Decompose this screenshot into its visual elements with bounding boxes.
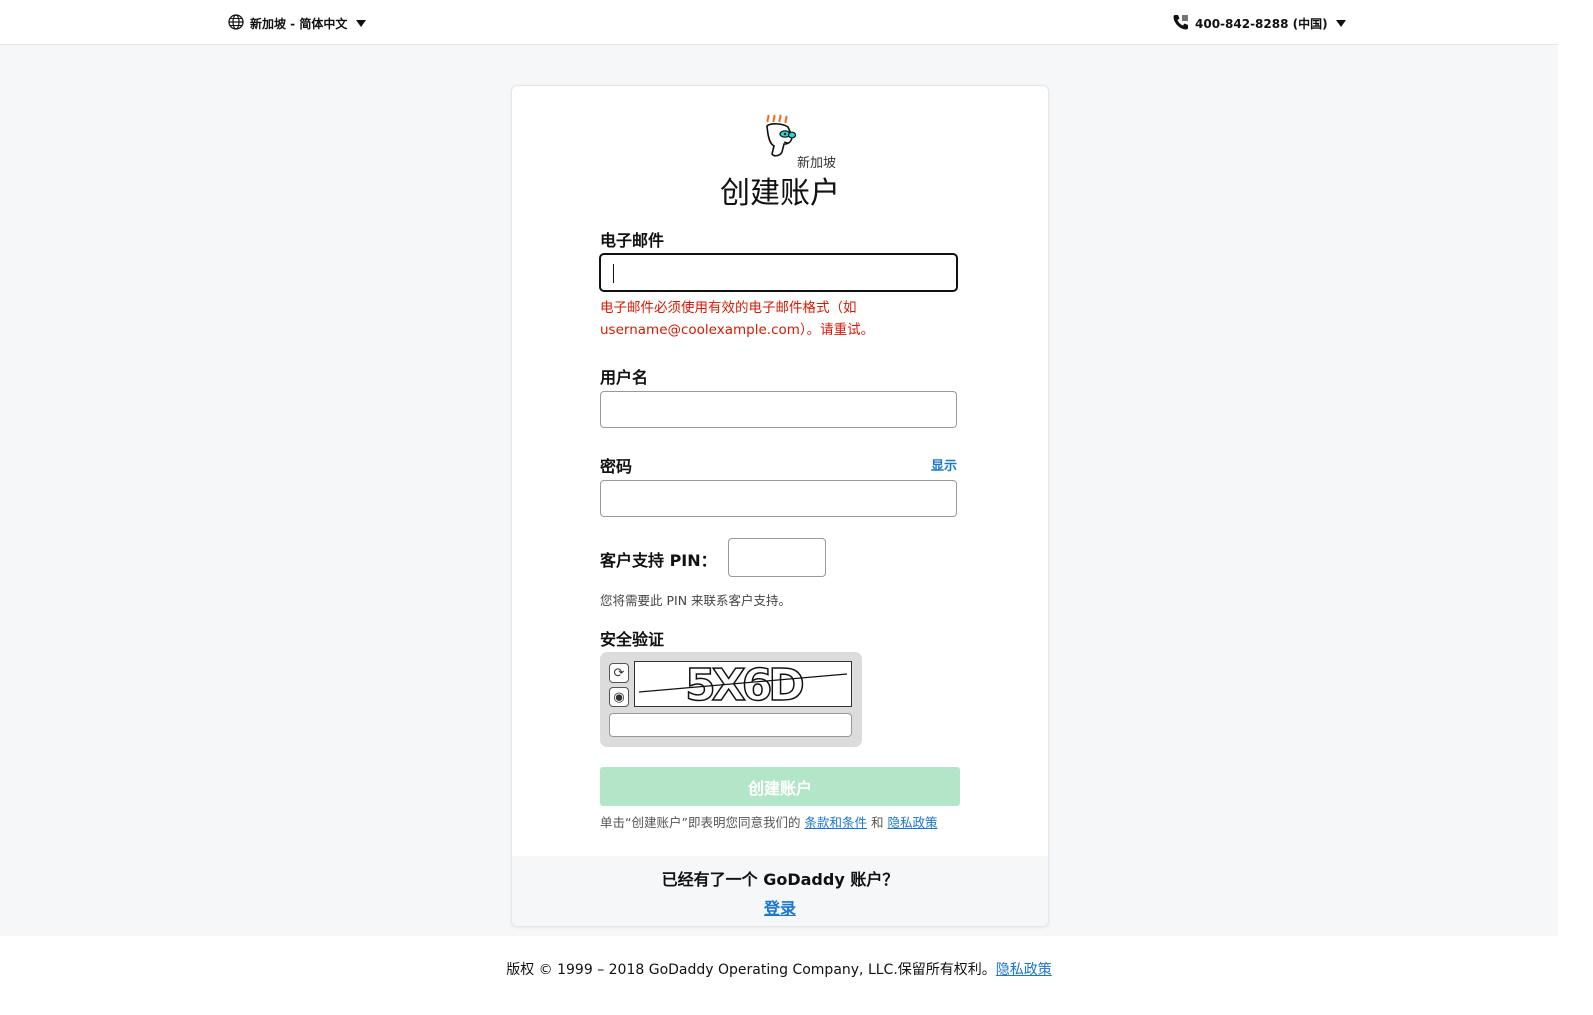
email-label: 电子邮件	[600, 231, 665, 250]
copyright-text: 版权 © 1999 – 2018 GoDaddy Operating Compa…	[506, 962, 996, 978]
pin-label: 客户支持 PIN：	[600, 551, 717, 570]
username-label: 用户名	[600, 368, 649, 387]
pin-field[interactable]	[728, 538, 826, 577]
terms-prefix: 单击“创建账户”即表明您同意我们的	[600, 815, 801, 830]
page-title: 创建账户	[720, 176, 840, 211]
refresh-icon[interactable]: ⟳	[609, 663, 629, 683]
footer-privacy-link[interactable]: 隐私政策	[996, 962, 1052, 978]
terms-and: 和	[870, 815, 884, 830]
signup-card: 新加坡 创建账户 电子邮件 电子邮件必须使用有效的电子邮件格式（如 userna…	[511, 85, 1049, 927]
footer: 版权 © 1999 – 2018 GoDaddy Operating Compa…	[0, 936, 1558, 1015]
email-error-message: 电子邮件必须使用有效的电子邮件格式（如 username@coolexample…	[600, 300, 875, 338]
locale-label: 新加坡 - 简体中文	[250, 16, 348, 31]
text-cursor	[613, 264, 614, 283]
email-field[interactable]	[600, 254, 957, 291]
captcha-image: 5X6D	[634, 659, 852, 712]
show-password-button[interactable]: 显示	[931, 455, 957, 474]
signin-section: 已经有了一个 GoDaddy 账户？ 登录	[512, 856, 1048, 926]
captcha-label: 安全验证	[600, 630, 665, 649]
top-bar: 新加坡 - 简体中文 400-842-8288 (中国)	[0, 0, 1558, 45]
globe-icon	[228, 13, 244, 33]
captcha-widget: ⟳ ◉ 5X6D	[600, 652, 862, 747]
create-account-button[interactable]: 创建账户	[600, 767, 960, 806]
captcha-text: 5X6D	[685, 662, 803, 706]
terms-notice: 单击“创建账户”即表明您同意我们的 条款和条件 和 隐私政策	[600, 812, 937, 831]
phone-selector[interactable]: 400-842-8288 (中国)	[1172, 13, 1346, 33]
audio-icon[interactable]: ◉	[609, 687, 629, 707]
phone-number: 400-842-8288 (中国)	[1195, 16, 1328, 31]
terms-link[interactable]: 条款和条件	[804, 815, 867, 830]
password-label: 密码	[600, 457, 633, 476]
phone-icon	[1172, 13, 1190, 34]
signin-link[interactable]: 登录	[764, 899, 796, 918]
scrollbar-track[interactable]	[1558, 0, 1593, 1015]
chevron-down-icon	[356, 19, 367, 27]
username-field[interactable]	[600, 391, 957, 428]
godaddy-logo-icon[interactable]	[762, 114, 802, 162]
chevron-down-icon	[1335, 19, 1346, 27]
password-field[interactable]	[600, 480, 957, 517]
captcha-input[interactable]	[609, 713, 852, 737]
privacy-link[interactable]: 隐私政策	[887, 815, 937, 830]
pin-help-text: 您将需要此 PIN 来联系客户支持。	[600, 593, 792, 608]
locale-selector[interactable]: 新加坡 - 简体中文	[228, 13, 367, 33]
signin-question: 已经有了一个 GoDaddy 账户？	[661, 870, 899, 889]
